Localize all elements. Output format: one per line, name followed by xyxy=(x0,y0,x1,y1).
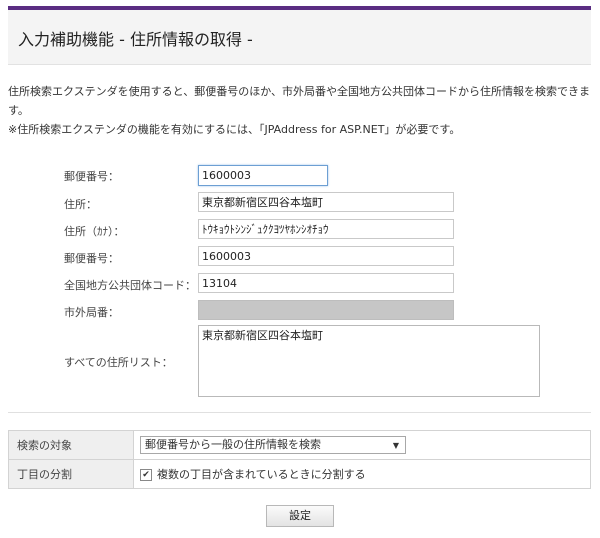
address-label: 住所： xyxy=(64,198,97,211)
postal-code-input-label: 郵便番号： xyxy=(64,170,119,183)
checkmark-icon: ✔ xyxy=(142,470,150,480)
area-code-field xyxy=(198,300,454,320)
split-row: 丁目の分割 ✔ 複数の丁目が含まれているときに分割する xyxy=(8,459,591,489)
postal-code-result-label: 郵便番号： xyxy=(64,252,119,265)
municipal-code-field[interactable] xyxy=(198,273,454,293)
search-target-row: 検索の対象 郵便番号から一般の住所情報を検索 ▼ xyxy=(8,430,591,460)
area-code-label: 市外局番： xyxy=(64,306,119,319)
municipal-code-label: 全国地方公共団体コード： xyxy=(64,279,196,292)
address-list-label: すべての住所リスト： xyxy=(64,356,173,369)
page-title: 入力補助機能 - 住所情報の取得 - xyxy=(18,30,253,49)
search-target-select[interactable]: 郵便番号から一般の住所情報を検索 ▼ xyxy=(140,436,406,454)
search-target-label: 検索の対象 xyxy=(8,430,134,460)
dropdown-arrow-icon: ▼ xyxy=(392,441,399,450)
split-checkbox[interactable]: ✔ xyxy=(140,469,152,481)
description: 住所検索エクステンダを使用すると、郵便番号のほか、市外局番や全国地方公共団体コー… xyxy=(8,82,591,139)
address-kana-field[interactable] xyxy=(198,219,454,239)
description-line: 住所検索エクステンダを使用すると、郵便番号のほか、市外局番や全国地方公共団体コー… xyxy=(8,85,591,98)
settings-button[interactable]: 設定 xyxy=(266,505,334,527)
split-label: 丁目の分割 xyxy=(8,459,134,489)
postal-code-input[interactable] xyxy=(198,165,328,186)
divider xyxy=(8,412,591,413)
options-table: 検索の対象 郵便番号から一般の住所情報を検索 ▼ 丁目の分割 ✔ 複数の丁目が含ま… xyxy=(8,430,591,489)
description-note: ※住所検索エクステンダの機能を有効にするには、「JPAddress for AS… xyxy=(8,123,461,136)
address-kana-label: 住所（ｶﾅ）： xyxy=(64,225,125,238)
address-list-textarea[interactable]: 東京都新宿区四谷本塩町 xyxy=(198,325,540,397)
page-header: 入力補助機能 - 住所情報の取得 - xyxy=(8,10,591,65)
split-checkbox-label[interactable]: 複数の丁目が含まれているときに分割する xyxy=(157,468,366,481)
search-target-value: 郵便番号から一般の住所情報を検索 xyxy=(145,438,321,451)
address-field[interactable] xyxy=(198,192,454,212)
postal-code-result-field[interactable] xyxy=(198,246,454,266)
description-line: す。 xyxy=(8,104,29,117)
